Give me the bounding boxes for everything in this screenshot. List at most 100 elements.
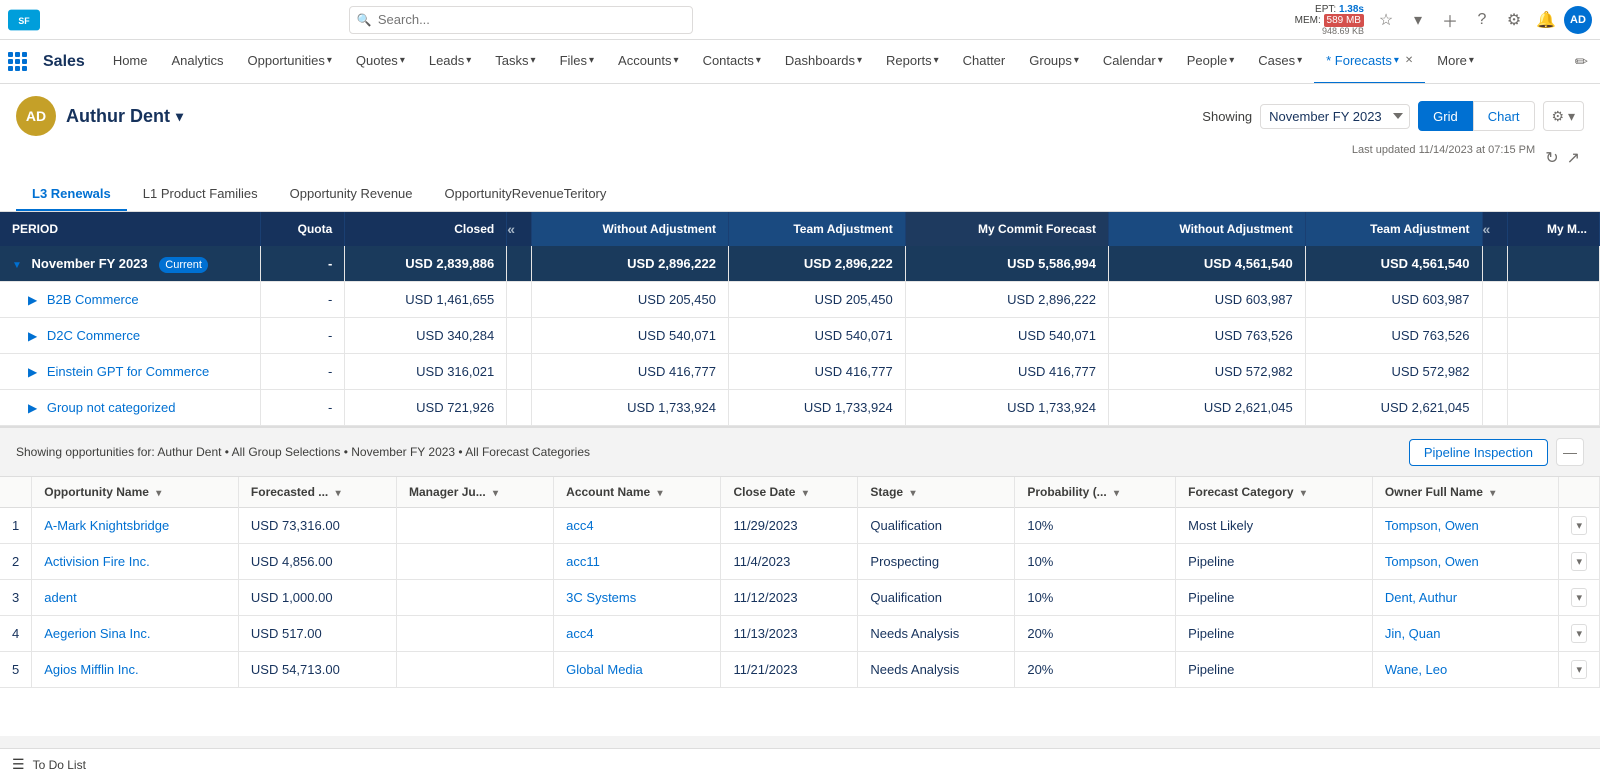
col-manager-ju-header[interactable]: Manager Ju... ▾: [397, 477, 554, 508]
opp-account-link[interactable]: 3C Systems: [566, 590, 636, 605]
opp-account-link[interactable]: acc11: [566, 554, 600, 569]
nav-item-contacts[interactable]: Contacts▾: [691, 40, 773, 84]
expand-icon[interactable]: ▶: [28, 401, 37, 415]
sort-icon: ▾: [336, 488, 341, 499]
nav-item-home[interactable]: Home: [101, 40, 160, 84]
opp-manager-ju-cell: [397, 508, 554, 544]
nav-item-more[interactable]: More▾: [1425, 40, 1486, 84]
nav-item-cases[interactable]: Cases▾: [1246, 40, 1314, 84]
opp-owner-link[interactable]: Dent, Authur: [1385, 590, 1457, 605]
forecast-header: AD Authur Dent ▾ Showing October FY 2023…: [0, 84, 1600, 212]
col-forecast-cat-header[interactable]: Forecast Category ▾: [1176, 477, 1373, 508]
d2c-commerce-link[interactable]: D2C Commerce: [47, 328, 140, 343]
nav-item-people[interactable]: People▾: [1175, 40, 1247, 84]
nav-item-opportunities[interactable]: Opportunities▾: [236, 40, 344, 84]
sub-b2b-div2: [1482, 282, 1507, 318]
help-button[interactable]: ?: [1468, 6, 1496, 34]
expand-row-button[interactable]: ▾: [1571, 624, 1587, 643]
col-probability-header[interactable]: Probability (... ▾: [1015, 477, 1176, 508]
search-input[interactable]: [349, 6, 693, 34]
expand-row-button[interactable]: ▾: [1571, 552, 1587, 571]
sub-einstein-div1: [507, 354, 532, 390]
add-button[interactable]: ＋: [1436, 6, 1464, 34]
dropdown-arrow-button[interactable]: ▾: [1404, 6, 1432, 34]
col-close-date-header[interactable]: Close Date ▾: [721, 477, 858, 508]
tab-l1-product-families[interactable]: L1 Product Families: [127, 178, 274, 211]
nav-item-calendar[interactable]: Calendar▾: [1091, 40, 1175, 84]
opp-owner-link[interactable]: Tompson, Owen: [1385, 518, 1479, 533]
grid-view-button[interactable]: Grid: [1418, 101, 1473, 131]
tab-opportunity-revenue-territory[interactable]: OpportunityRevenueTeritory: [429, 178, 623, 211]
table-row: ▶ D2C Commerce - USD 340,284 USD 540,071…: [0, 318, 1600, 354]
period-link[interactable]: November FY 2023: [32, 256, 148, 271]
sub-b2b-closed: USD 1,461,655: [345, 282, 507, 318]
col-account-name-header[interactable]: Account Name ▾: [554, 477, 721, 508]
nav-edit-button[interactable]: ✏: [1571, 48, 1592, 76]
opp-name-link[interactable]: A-Mark Knightsbridge: [44, 518, 169, 533]
opp-name-link[interactable]: Aegerion Sina Inc.: [44, 626, 150, 641]
expand-icon[interactable]: ▶: [28, 365, 37, 379]
opp-owner-cell: Tompson, Owen: [1372, 508, 1559, 544]
expand-row-button[interactable]: ▾: [1571, 660, 1587, 679]
pipeline-inspection-button[interactable]: Pipeline Inspection: [1409, 439, 1548, 466]
app-launcher-button[interactable]: [8, 52, 31, 71]
opp-owner-link[interactable]: Wane, Leo: [1385, 662, 1447, 677]
star-button[interactable]: ☆: [1372, 6, 1400, 34]
global-search: 🔍: [349, 6, 693, 34]
collapse-panel-button[interactable]: —: [1556, 438, 1584, 466]
sub-d2c-div1: [507, 318, 532, 354]
opp-name-link[interactable]: Agios Mifflin Inc.: [44, 662, 138, 677]
nav-item-forecasts[interactable]: * Forecasts▾✕: [1314, 40, 1425, 84]
expand-row-button[interactable]: ▾: [1571, 516, 1587, 535]
expand-row-button[interactable]: ▾: [1571, 588, 1587, 607]
user-avatar[interactable]: AD: [1564, 6, 1592, 34]
export-button[interactable]: ↗: [1563, 144, 1584, 172]
nav-item-analytics[interactable]: Analytics: [160, 40, 236, 84]
nav-item-groups[interactable]: Groups▾: [1017, 40, 1091, 84]
opp-account-link[interactable]: acc4: [566, 518, 593, 533]
notifications-button[interactable]: 🔔: [1532, 6, 1560, 34]
tab-opportunity-revenue[interactable]: Opportunity Revenue: [274, 178, 429, 211]
refresh-button[interactable]: ↻: [1541, 144, 1562, 172]
nav-item-tasks[interactable]: Tasks▾: [483, 40, 547, 84]
b2b-commerce-link[interactable]: B2B Commerce: [47, 292, 139, 307]
mem-sub-value: 948.69 KB: [1322, 26, 1364, 36]
opp-owner-cell: Jin, Quan: [1372, 616, 1559, 652]
period-select[interactable]: October FY 2023November FY 2023December …: [1260, 104, 1410, 129]
chart-view-button[interactable]: Chart: [1473, 101, 1535, 131]
col-owner-header[interactable]: Owner Full Name ▾: [1372, 477, 1559, 508]
nav-item-reports[interactable]: Reports▾: [874, 40, 951, 84]
sub-einstein-wo-adj2: USD 572,982: [1109, 354, 1306, 390]
nav-item-files[interactable]: Files▾: [548, 40, 606, 84]
opp-account-link[interactable]: acc4: [566, 626, 593, 641]
col-stage-header[interactable]: Stage ▾: [858, 477, 1015, 508]
user-name-dropdown-button[interactable]: Authur Dent ▾: [66, 106, 183, 127]
group-not-categorized-link[interactable]: Group not categorized: [47, 400, 176, 415]
nav-item-accounts[interactable]: Accounts▾: [606, 40, 691, 84]
tab-l3-renewals[interactable]: L3 Renewals: [16, 178, 127, 211]
opp-owner-link[interactable]: Tompson, Owen: [1385, 554, 1479, 569]
opp-stage-cell: Prospecting: [858, 544, 1015, 580]
opp-num: 5: [0, 652, 32, 688]
forecast-header-top: AD Authur Dent ▾ Showing October FY 2023…: [16, 96, 1584, 136]
opp-account-cell: acc4: [554, 616, 721, 652]
sub-b2b-my-m: [1507, 282, 1599, 318]
col-forecasted-header[interactable]: Forecasted ... ▾: [238, 477, 396, 508]
opp-owner-link[interactable]: Jin, Quan: [1385, 626, 1441, 641]
expand-icon[interactable]: ▶: [28, 329, 37, 343]
einstein-gpt-link[interactable]: Einstein GPT for Commerce: [47, 364, 209, 379]
nav-item-chatter[interactable]: Chatter: [951, 40, 1018, 84]
todo-label[interactable]: To Do List: [33, 758, 86, 772]
col-opp-name-header[interactable]: Opportunity Name ▾: [32, 477, 239, 508]
opp-account-link[interactable]: Global Media: [566, 662, 643, 677]
expand-icon[interactable]: ▶: [28, 293, 37, 307]
opp-name-link[interactable]: adent: [44, 590, 77, 605]
nav-item-leads[interactable]: Leads▾: [417, 40, 483, 84]
sub-einstein-wo-adj: USD 416,777: [532, 354, 729, 390]
nav-item-dashboards[interactable]: Dashboards▾: [773, 40, 874, 84]
forecast-settings-button[interactable]: ⚙ ▾: [1543, 101, 1584, 131]
collapse-icon[interactable]: ▼: [12, 260, 22, 271]
opp-name-link[interactable]: Activision Fire Inc.: [44, 554, 149, 569]
setup-button[interactable]: ⚙: [1500, 6, 1528, 34]
nav-item-quotes[interactable]: Quotes▾: [344, 40, 417, 84]
